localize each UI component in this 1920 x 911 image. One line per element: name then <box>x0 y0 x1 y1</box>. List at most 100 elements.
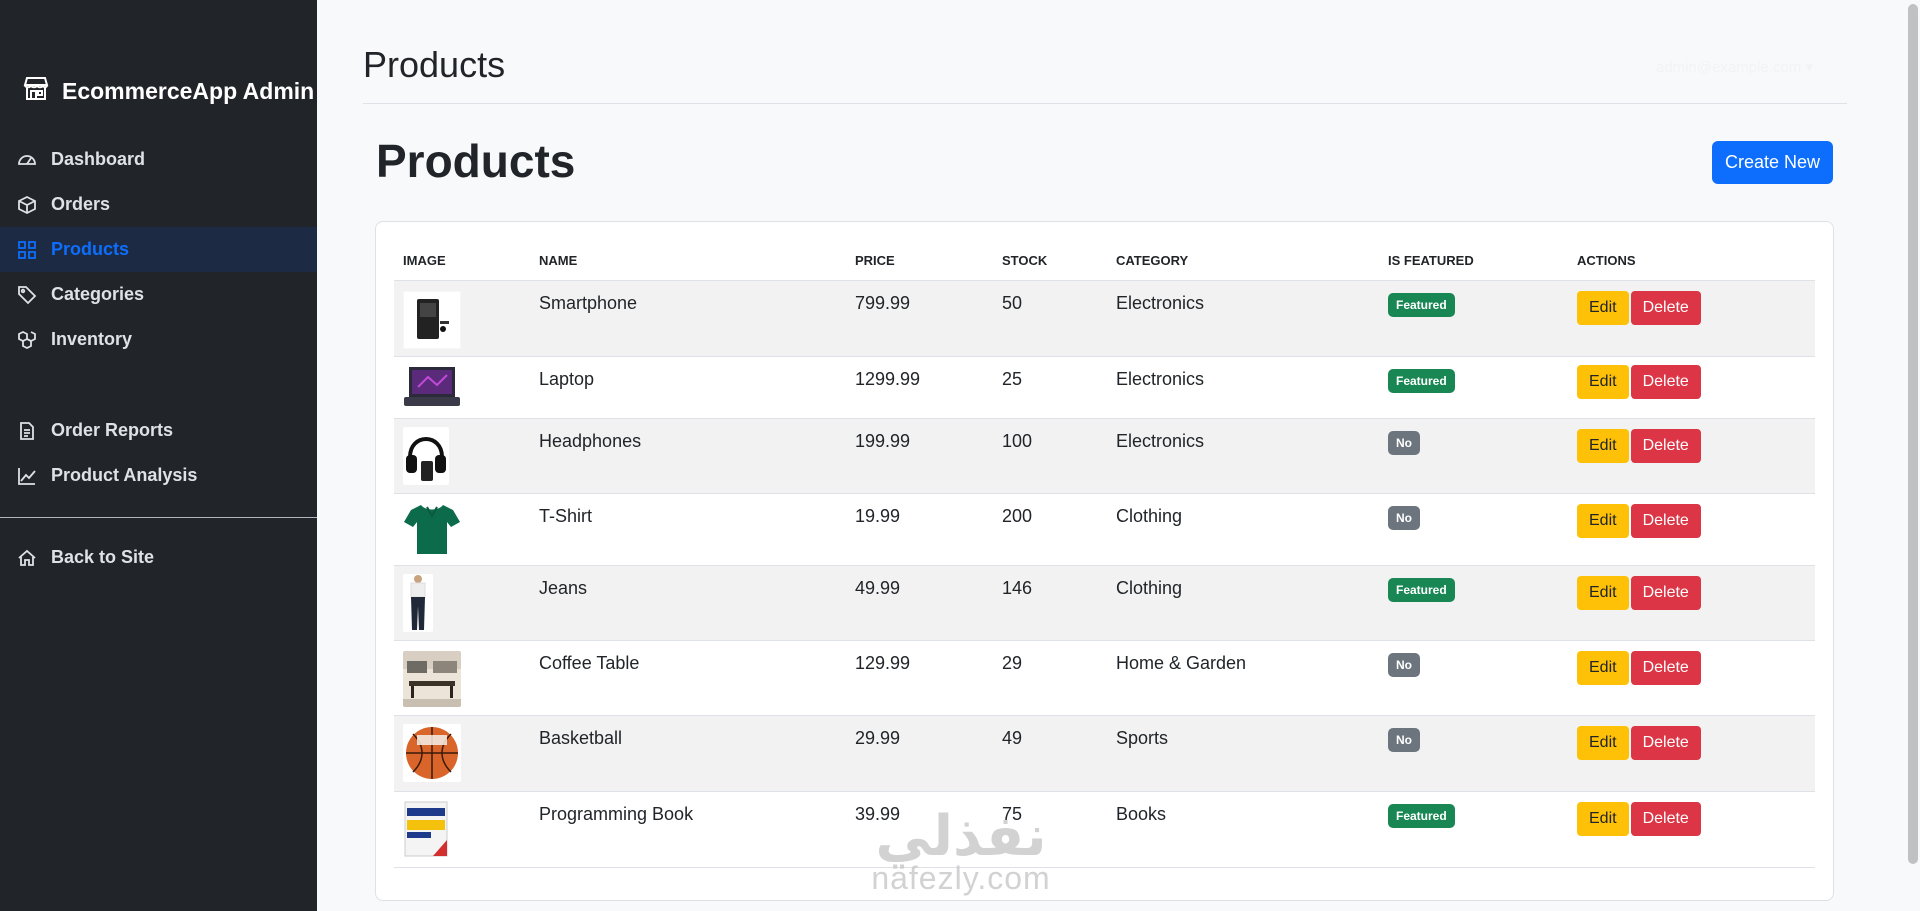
column-header-is-featured[interactable]: IS FEATURED <box>1379 242 1568 281</box>
actions-cell: Edit Delete <box>1568 493 1815 566</box>
delete-button[interactable]: Delete <box>1630 650 1701 685</box>
sidebar-item-label: Order Reports <box>51 420 174 440</box>
product-price: 799.99 <box>846 280 993 357</box>
sidebar-item-label: Categories <box>51 284 145 304</box>
header-divider <box>363 103 1847 104</box>
product-price: 199.99 <box>846 418 993 494</box>
product-category: Books <box>1107 791 1379 868</box>
column-header-name[interactable]: NAME <box>530 242 846 281</box>
edit-button[interactable]: Edit <box>1577 650 1629 685</box>
table-row: Headphones 199.99 100 Electronics No Edi… <box>394 418 1815 494</box>
sidebar-item-label: Product Analysis <box>51 465 198 485</box>
sidebar-item-products[interactable]: Products <box>0 227 317 272</box>
headphones-image <box>403 426 449 485</box>
product-category: Home & Garden <box>1107 640 1379 716</box>
edit-button[interactable]: Edit <box>1577 290 1629 325</box>
boxes-icon <box>17 330 37 350</box>
actions-cell: Edit Delete <box>1568 640 1815 716</box>
status-badge: Featured <box>1388 368 1455 393</box>
product-image-cell <box>394 791 530 868</box>
featured-cell: Featured <box>1379 280 1568 357</box>
edit-button[interactable]: Edit <box>1577 575 1629 610</box>
sidebar-divider <box>0 517 317 518</box>
product-stock: 200 <box>993 493 1107 566</box>
edit-button[interactable]: Edit <box>1577 725 1629 760</box>
jeans-image <box>403 573 433 632</box>
sidebar-item-label: Products <box>51 239 130 259</box>
brand[interactable]: EcommerceApp Admin <box>22 74 314 108</box>
table-row: Programming Book 39.99 75 Books Featured… <box>394 791 1815 868</box>
product-stock: 29 <box>993 640 1107 716</box>
column-header-price[interactable]: PRICE <box>846 242 993 281</box>
delete-button[interactable]: Delete <box>1630 575 1701 610</box>
delete-button[interactable]: Delete <box>1630 725 1701 760</box>
sidebar-item-categories[interactable]: Categories <box>0 272 317 317</box>
create-new-button[interactable]: Create New <box>1712 141 1833 184</box>
laptop-image <box>404 366 460 406</box>
sidebar-item-dashboard[interactable]: Dashboard <box>0 137 317 182</box>
chevron-down-icon: ▾ <box>1805 59 1813 76</box>
actions-cell: Edit Delete <box>1568 418 1815 494</box>
column-header-image[interactable]: IMAGE <box>394 242 530 281</box>
product-name: Headphones <box>530 418 846 494</box>
page-title: Products <box>363 44 506 85</box>
sidebar-item-inventory[interactable]: Inventory <box>0 317 317 362</box>
product-image-cell <box>394 280 530 357</box>
status-badge: No <box>1388 652 1420 677</box>
sidebar-item-orders[interactable]: Orders <box>0 182 317 227</box>
content-heading: Products <box>376 135 576 187</box>
status-badge: No <box>1388 505 1420 530</box>
graph-up-icon <box>17 466 37 486</box>
product-name: Coffee Table <box>530 640 846 716</box>
product-price: 129.99 <box>846 640 993 716</box>
actions-cell: Edit Delete <box>1568 715 1815 792</box>
edit-button[interactable]: Edit <box>1577 503 1629 538</box>
column-header-actions: ACTIONS <box>1568 242 1815 281</box>
product-price: 39.99 <box>846 791 993 868</box>
product-price: 29.99 <box>846 715 993 792</box>
table-row: T-Shirt 19.99 200 Clothing No Edit Delete <box>394 493 1815 566</box>
featured-cell: Featured <box>1379 565 1568 641</box>
product-stock: 146 <box>993 565 1107 641</box>
delete-button[interactable]: Delete <box>1630 290 1701 325</box>
edit-button[interactable]: Edit <box>1577 364 1629 399</box>
edit-button[interactable]: Edit <box>1577 801 1629 836</box>
product-name: Jeans <box>530 565 846 641</box>
product-price: 49.99 <box>846 565 993 641</box>
actions-cell: Edit Delete <box>1568 565 1815 641</box>
product-stock: 75 <box>993 791 1107 868</box>
products-card: IMAGE NAME PRICE STOCK CATEGORY IS FEATU… <box>375 221 1834 901</box>
product-image-cell <box>394 715 530 792</box>
sidebar-item-label: Orders <box>51 194 111 214</box>
product-category: Sports <box>1107 715 1379 792</box>
actions-cell: Edit Delete <box>1568 356 1815 419</box>
featured-cell: No <box>1379 493 1568 566</box>
product-category: Electronics <box>1107 280 1379 357</box>
sidebar-item-back-to-site[interactable]: Back to Site <box>0 535 317 580</box>
product-category: Clothing <box>1107 565 1379 641</box>
status-badge: No <box>1388 430 1420 455</box>
actions-cell: Edit Delete <box>1568 280 1815 357</box>
brand-title: EcommerceApp Admin <box>62 77 315 104</box>
delete-button[interactable]: Delete <box>1630 428 1701 463</box>
column-header-stock[interactable]: STOCK <box>993 242 1107 281</box>
delete-button[interactable]: Delete <box>1630 801 1701 836</box>
product-image-cell <box>394 565 530 641</box>
sidebar-item-order-reports[interactable]: Order Reports <box>0 408 317 453</box>
house-icon <box>17 548 37 568</box>
basketball-image <box>403 723 461 782</box>
delete-button[interactable]: Delete <box>1630 503 1701 538</box>
product-stock: 25 <box>993 356 1107 419</box>
product-category: Clothing <box>1107 493 1379 566</box>
delete-button[interactable]: Delete <box>1630 364 1701 399</box>
product-name: T-Shirt <box>530 493 846 566</box>
user-menu[interactable]: admin@example.com ▾ <box>1656 58 1813 76</box>
scrollbar[interactable] <box>1908 4 1918 864</box>
product-name: Programming Book <box>530 791 846 868</box>
sidebar-item-product-analysis[interactable]: Product Analysis <box>0 453 317 498</box>
edit-button[interactable]: Edit <box>1577 428 1629 463</box>
column-header-category[interactable]: CATEGORY <box>1107 242 1379 281</box>
tags-icon <box>17 285 37 305</box>
speedometer-icon <box>17 150 37 170</box>
featured-cell: No <box>1379 640 1568 716</box>
